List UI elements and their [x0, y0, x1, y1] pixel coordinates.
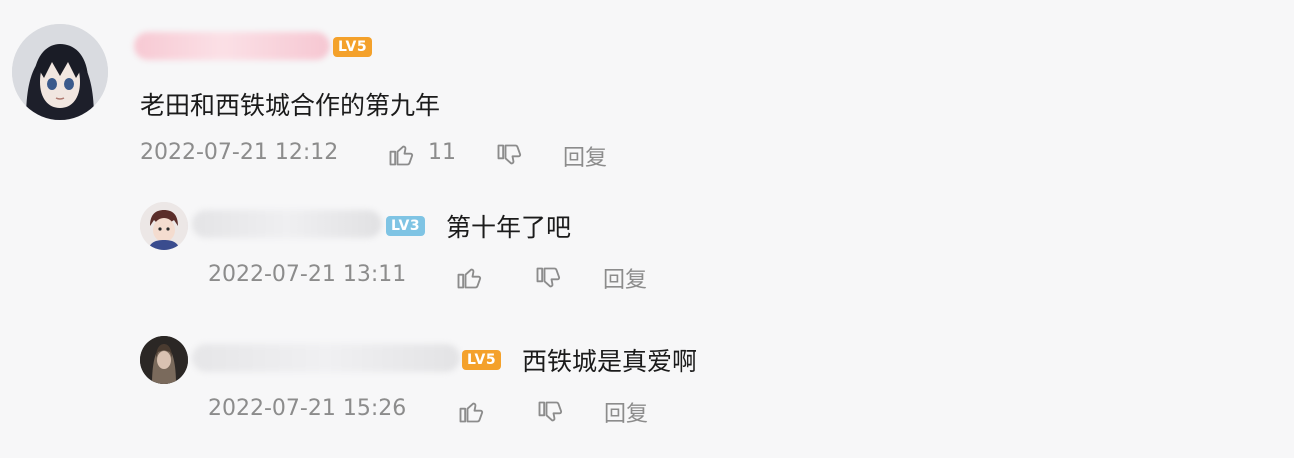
avatar-image — [140, 202, 188, 250]
dislike-button[interactable] — [533, 264, 563, 294]
thumbs-up-icon — [457, 268, 482, 289]
level-badge: LV3 — [386, 216, 426, 236]
avatar[interactable] — [140, 336, 188, 384]
like-button[interactable] — [386, 139, 416, 169]
username-redacted[interactable] — [134, 32, 330, 60]
like-count: 11 — [428, 140, 456, 165]
dislike-button[interactable] — [494, 141, 524, 171]
avatar[interactable] — [140, 202, 188, 250]
reply-text: 第十年了吧 — [446, 213, 572, 242]
thumbs-down-icon — [497, 144, 522, 165]
username-redacted[interactable] — [192, 210, 382, 238]
thumbs-down-icon — [538, 401, 563, 422]
comment-timestamp: 2022-07-21 12:12 — [140, 140, 339, 165]
reply-text: 西铁城是真爱啊 — [522, 347, 698, 376]
reply-timestamp: 2022-07-21 15:26 — [208, 396, 407, 421]
username-redacted[interactable] — [192, 344, 460, 372]
like-button[interactable] — [454, 262, 484, 292]
like-button[interactable] — [456, 396, 486, 426]
thumbs-up-icon — [459, 402, 484, 423]
reply-button[interactable]: 回复 — [603, 262, 647, 294]
dislike-button[interactable] — [535, 398, 565, 428]
avatar[interactable] — [12, 24, 108, 120]
reply-timestamp: 2022-07-21 13:11 — [208, 262, 407, 287]
level-badge: LV5 — [333, 37, 373, 57]
reply-button[interactable]: 回复 — [563, 140, 607, 172]
reply-button[interactable]: 回复 — [604, 396, 648, 428]
thumbs-down-icon — [536, 267, 561, 288]
comment-text: 老田和西铁城合作的第九年 — [140, 91, 441, 120]
thumbs-up-icon — [389, 145, 414, 166]
avatar-image — [12, 24, 108, 120]
level-badge: LV5 — [462, 350, 502, 370]
avatar-image — [140, 336, 188, 384]
